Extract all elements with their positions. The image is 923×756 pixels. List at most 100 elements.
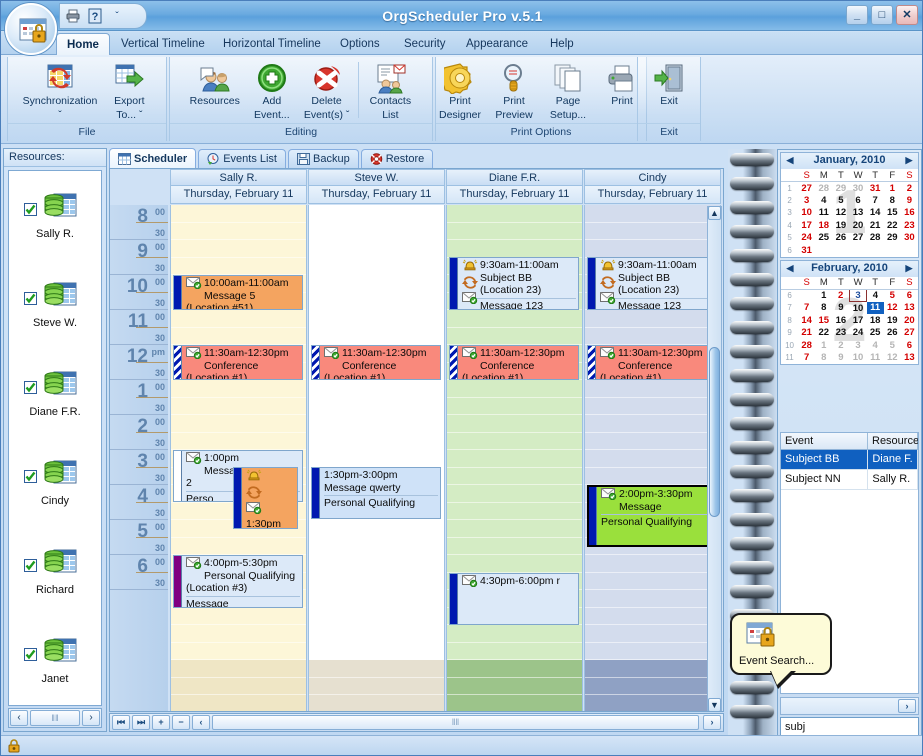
- hour-row-4[interactable]: 4 00 30: [110, 485, 168, 520]
- time-slot[interactable]: [585, 572, 720, 590]
- calendar-day[interactable]: 2: [901, 182, 918, 195]
- time-slot[interactable]: [585, 380, 720, 398]
- resource-item-4[interactable]: Richard: [9, 527, 101, 616]
- time-slot[interactable]: [585, 607, 720, 625]
- scroll-thumb[interactable]: [709, 347, 720, 517]
- tab-horizontal-timeline[interactable]: Horizontal Timeline: [213, 33, 331, 55]
- tab-appearance[interactable]: Appearance: [456, 33, 538, 55]
- time-slot[interactable]: [309, 677, 444, 695]
- calendar-day[interactable]: 29: [884, 232, 901, 245]
- calendar-day[interactable]: 18: [867, 314, 884, 327]
- calendar-day[interactable]: 30: [850, 182, 867, 195]
- event-block[interactable]: 11:30am-12:30pm Conference (Location #1): [311, 345, 441, 380]
- print-icon[interactable]: [64, 7, 82, 25]
- event-block[interactable]: 10:00am-11:00am Message 5 (Location #51): [173, 275, 303, 310]
- calendar-day[interactable]: 12: [832, 207, 849, 220]
- time-slot[interactable]: [309, 310, 444, 328]
- time-slot[interactable]: [585, 240, 720, 258]
- calendar-day[interactable]: 10: [798, 207, 815, 220]
- calendar-day[interactable]: 25: [867, 327, 884, 340]
- time-slot[interactable]: [171, 642, 306, 660]
- event-block[interactable]: 2:00pm-3:30pm Message Personal Qualifyin…: [587, 485, 717, 547]
- calendar-day[interactable]: 11: [866, 301, 884, 314]
- event-block[interactable]: 1:30pm-3:00pm Message qwerty Personal Qu…: [311, 467, 441, 519]
- calendar-day[interactable]: 14: [798, 314, 815, 327]
- events-table-header-resource[interactable]: Resource: [868, 433, 918, 450]
- calendar-day[interactable]: [867, 244, 884, 257]
- time-slot[interactable]: [309, 292, 444, 310]
- search-input[interactable]: [781, 719, 922, 734]
- search-go-button[interactable]: ›: [898, 699, 916, 713]
- calendar-day[interactable]: 11: [815, 207, 832, 220]
- day-column-2[interactable]: 9:30am-11:00am Subject BB (Location 23) …: [446, 205, 583, 711]
- time-slot[interactable]: [309, 240, 444, 258]
- time-slot[interactable]: [309, 642, 444, 660]
- calendar-day[interactable]: 15: [884, 207, 901, 220]
- table-row[interactable]: Subject NN Sally R.: [781, 470, 918, 490]
- tab-options[interactable]: Options: [330, 33, 390, 55]
- time-slot[interactable]: [585, 555, 720, 573]
- calendar-day[interactable]: 6: [901, 289, 918, 302]
- calendar-day[interactable]: 10: [850, 352, 867, 365]
- time-slot[interactable]: [309, 572, 444, 590]
- delete-event-button[interactable]: Delete Event(s) ˇ: [299, 60, 355, 121]
- scheduler-horizontal-thumb[interactable]: ‖‖: [212, 715, 699, 730]
- time-slot[interactable]: [447, 450, 582, 468]
- qat-more-icon[interactable]: ˇ: [108, 7, 126, 25]
- calendar-day[interactable]: 26: [832, 232, 849, 245]
- calendar-day[interactable]: [850, 244, 867, 257]
- calendar-day[interactable]: 22: [884, 219, 901, 232]
- calendar-day[interactable]: 16: [832, 314, 849, 327]
- hour-row-6[interactable]: 6 00 30: [110, 555, 168, 590]
- time-slot[interactable]: [585, 432, 720, 450]
- calendar-day[interactable]: 7: [867, 194, 884, 207]
- calendar-day[interactable]: 21: [867, 219, 884, 232]
- time-slot[interactable]: [171, 660, 306, 678]
- time-slot[interactable]: [447, 695, 582, 711]
- hour-row-1[interactable]: 1 00 30: [110, 380, 168, 415]
- tab-scheduler[interactable]: Scheduler: [109, 148, 197, 168]
- calendar-next-button[interactable]: ▶: [903, 155, 915, 167]
- time-slot[interactable]: [171, 327, 306, 345]
- tab-security[interactable]: Security: [394, 33, 456, 55]
- calendar-day[interactable]: 17: [850, 314, 867, 327]
- time-slot[interactable]: [447, 222, 582, 240]
- nav-first-button[interactable]: ⏮: [112, 715, 130, 730]
- time-slot[interactable]: [447, 310, 582, 328]
- hour-row-5[interactable]: 5 00 30: [110, 520, 168, 555]
- hour-row-3[interactable]: 3 00 30: [110, 450, 168, 485]
- lock-icon[interactable]: [7, 738, 21, 753]
- calendar-day[interactable]: 3: [850, 339, 867, 352]
- time-slot[interactable]: [309, 222, 444, 240]
- column-header-3[interactable]: Cindy Thursday, February 11: [584, 169, 721, 205]
- calendar-day[interactable]: 1: [815, 339, 832, 352]
- calendar-day[interactable]: 2: [832, 289, 849, 302]
- calendar-day[interactable]: 28: [815, 182, 832, 195]
- calendar-day[interactable]: 2: [832, 339, 849, 352]
- time-slot[interactable]: [447, 205, 582, 223]
- calendar-day[interactable]: 27: [901, 327, 918, 340]
- event-block[interactable]: 1:30pm Subject NN Message..: [233, 467, 298, 529]
- time-slot[interactable]: [309, 205, 444, 223]
- time-slot[interactable]: [309, 432, 444, 450]
- time-slot[interactable]: [171, 677, 306, 695]
- calendar-day[interactable]: 31: [798, 244, 815, 257]
- resources-button[interactable]: Resources: [185, 60, 245, 108]
- calendar-day[interactable]: 30: [901, 232, 918, 245]
- time-slot[interactable]: [585, 327, 720, 345]
- time-slot[interactable]: [447, 380, 582, 398]
- time-slot[interactable]: [447, 485, 582, 503]
- time-slot[interactable]: [447, 625, 582, 643]
- time-slot[interactable]: [585, 222, 720, 240]
- time-slot[interactable]: [447, 240, 582, 258]
- column-header-0[interactable]: Sally R. Thursday, February 11: [170, 169, 307, 205]
- event-block[interactable]: 11:30am-12:30pm Conference (Location #1): [449, 345, 579, 380]
- time-slot[interactable]: [585, 397, 720, 415]
- event-block[interactable]: 4:00pm-5:30pm Personal Qualifying (Locat…: [173, 555, 303, 608]
- event-block[interactable]: 11:30am-12:30pm Conference (Location #1): [173, 345, 303, 380]
- events-table-header-event[interactable]: Event: [781, 433, 868, 450]
- time-slot[interactable]: [309, 415, 444, 433]
- time-slot[interactable]: [309, 327, 444, 345]
- calendar-day[interactable]: 29: [832, 182, 849, 195]
- time-slot[interactable]: [447, 677, 582, 695]
